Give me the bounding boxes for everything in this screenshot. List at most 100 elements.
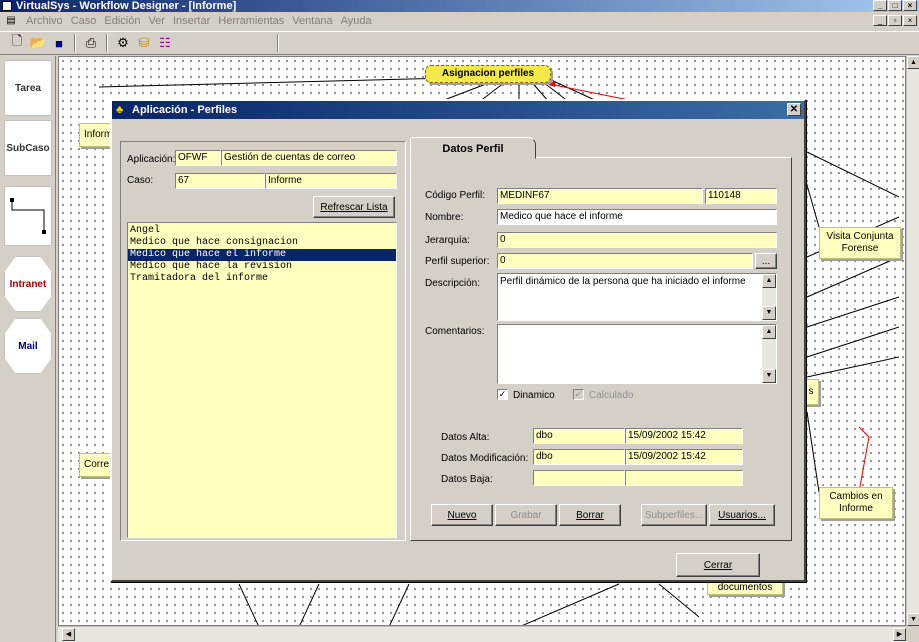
menu-ayuda[interactable]: Ayuda [337,15,376,27]
calculado-label: Calculado [589,390,634,401]
horizontal-scrollbar[interactable]: ◀ ▶ [58,626,906,642]
nuevo-button[interactable]: Nuevo [431,504,493,526]
nombre-field[interactable]: Medico que hace el informe [497,209,777,225]
toolbar-separator [74,34,76,52]
dialog-title-bar: ♣ Aplicación - Perfiles ✕ [112,101,804,119]
vertical-scrollbar[interactable]: ▲ ▼ [906,56,919,626]
baja-user-field[interactable] [533,470,625,486]
usuarios-button[interactable]: Usuarios... [709,504,775,526]
scroll-right-button[interactable]: ▶ [893,628,906,641]
descripcion-textarea[interactable]: Perfil dinámico de la persona que ha ini… [497,273,777,321]
dinamico-label: Dinamico [513,390,555,401]
left-panel: Aplicación: OFWF Gestión de cuentas de c… [120,141,406,541]
alta-date-field[interactable]: 15/09/2002 15:42 [625,428,743,444]
comentarios-scrollbar[interactable]: ▲ ▼ [762,325,776,383]
app-title: VirtualSys - Workflow Designer - [Inform… [16,0,237,12]
shape-palette: Tarea SubCaso Intranet Mail [0,56,56,642]
aplicacion-label: Aplicación: [127,154,176,165]
menu-archivo[interactable]: Archivo [22,15,67,27]
profile-list-item[interactable]: Tramitadora del informe [128,273,396,285]
palette-connector[interactable] [4,186,52,246]
jerarquia-field[interactable]: 0 [497,232,777,248]
node-cambios-en-informe[interactable]: Cambios en Informe [819,487,893,519]
palette-intranet[interactable]: Intranet [4,256,52,312]
descripcion-text: Perfil dinámico de la persona que ha ini… [500,276,746,287]
profiles-dialog: ♣ Aplicación - Perfiles ✕ Aplicación: OF… [110,99,806,582]
datos-modificacion-label: Datos Modificación: [441,453,529,464]
aplicacion-name-field[interactable]: Gestión de cuentas de correo [221,150,397,166]
refresh-list-button[interactable]: Refrescar Lista [313,196,395,218]
app-title-bar: VirtualSys - Workflow Designer - [Inform… [0,0,919,12]
comentarios-label: Comentarios: [425,326,485,337]
menu-herramientas[interactable]: Herramientas [214,15,288,27]
scroll-left-button[interactable]: ◀ [62,628,75,641]
caso-label: Caso: [127,175,154,186]
dinamico-checkbox[interactable]: ✓ [497,389,508,400]
tab-datos-perfil[interactable]: Datos Perfil [410,137,536,159]
users-icon[interactable]: ☷ [156,34,174,52]
calculado-checkbox: ✓ [573,389,584,400]
caso-code-field[interactable]: 67 [175,173,265,189]
perfil-superior-field[interactable]: 0 [497,253,753,269]
toolbar-separator [277,34,279,52]
menu-ver[interactable]: Ver [144,15,169,27]
profile-list-item[interactable]: Medico que hace la revision [128,261,396,273]
mdi-close-button[interactable]: × [903,15,917,26]
menu-bar: ▤ Archivo Caso Edición Ver Insertar Herr… [0,12,919,30]
profile-list-item[interactable]: Medico que hace consignacion [128,237,396,249]
maximize-button[interactable]: □ [888,0,902,11]
dialog-app-icon: ♣ [116,104,124,116]
codigo-perfil-field[interactable]: MEDINF67 [497,188,703,204]
mod-user-field[interactable]: dbo [533,449,625,465]
app-icon [2,1,12,11]
alta-user-field[interactable]: dbo [533,428,625,444]
node-asignacion-perfiles[interactable]: Asignacion perfiles [425,65,551,83]
comentarios-textarea[interactable]: ▲ ▼ [497,324,777,384]
descripcion-scrollbar[interactable]: ▲ ▼ [762,274,776,320]
menu-caso[interactable]: Caso [67,15,101,27]
profiles-list[interactable]: Angel Medico que hace consignacion Medico … [127,222,397,538]
node-visita-conjunta-forense[interactable]: Visita Conjunta Forense [819,227,901,259]
subperfiles-button[interactable]: Subperfiles... [641,504,707,526]
toolbar-separator [106,34,108,52]
mdi-minimize-button[interactable]: _ [873,15,887,26]
scroll-up-button[interactable]: ▲ [907,56,919,69]
baja-date-field[interactable] [625,470,743,486]
close-window-button[interactable]: × [903,0,917,11]
palette-subcaso[interactable]: SubCaso [4,120,52,176]
mdi-restore-button[interactable]: ▫ [888,15,902,26]
menu-ventana[interactable]: Ventana [288,15,336,27]
save-icon[interactable]: ■ [50,34,68,52]
document-icon[interactable]: ▤ [4,15,18,27]
grabar-button[interactable]: Grabar [495,504,557,526]
new-file-icon[interactable]: 🗋 [8,33,26,52]
perfil-superior-label: Perfil superior: [425,256,490,267]
borrar-button[interactable]: Borrar [559,504,621,526]
profile-list-item[interactable]: Angel [128,225,396,237]
menu-edicion[interactable]: Edición [100,15,144,27]
codigo-num-field[interactable]: 110148 [705,188,777,204]
mod-date-field[interactable]: 15/09/2002 15:42 [625,449,743,465]
nombre-label: Nombre: [425,212,464,223]
palette-tarea[interactable]: Tarea [4,60,52,116]
open-folder-icon[interactable]: 📂 [29,34,47,52]
database-icon[interactable]: ⛁ [135,34,153,52]
toolbar: 🗋 📂 ■ ⎙ ⚙ ⛁ ☷ [0,31,919,55]
palette-mail[interactable]: Mail [4,318,52,374]
datos-alta-label: Datos Alta: [441,432,490,443]
scroll-down-button[interactable]: ▼ [907,613,919,626]
properties-icon[interactable]: ⚙ [114,34,132,52]
dialog-close-button[interactable]: ✕ [787,103,801,116]
codigo-perfil-label: Código Perfil: [425,190,486,201]
print-icon[interactable]: ⎙ [82,34,100,52]
connector-icon [10,198,46,234]
aplicacion-code-field[interactable]: OFWF [175,150,221,166]
datos-baja-label: Datos Baja: [441,474,493,485]
perfil-superior-browse-button[interactable]: ... [755,253,777,269]
profile-list-item[interactable]: Medico que hace el informe [128,249,396,261]
minimize-button[interactable]: _ [873,0,887,11]
caso-name-field[interactable]: Informe [265,173,397,189]
menu-insertar[interactable]: Insertar [169,15,214,27]
descripcion-label: Descripción: [425,278,481,289]
cerrar-button[interactable]: Cerrar [676,553,760,577]
